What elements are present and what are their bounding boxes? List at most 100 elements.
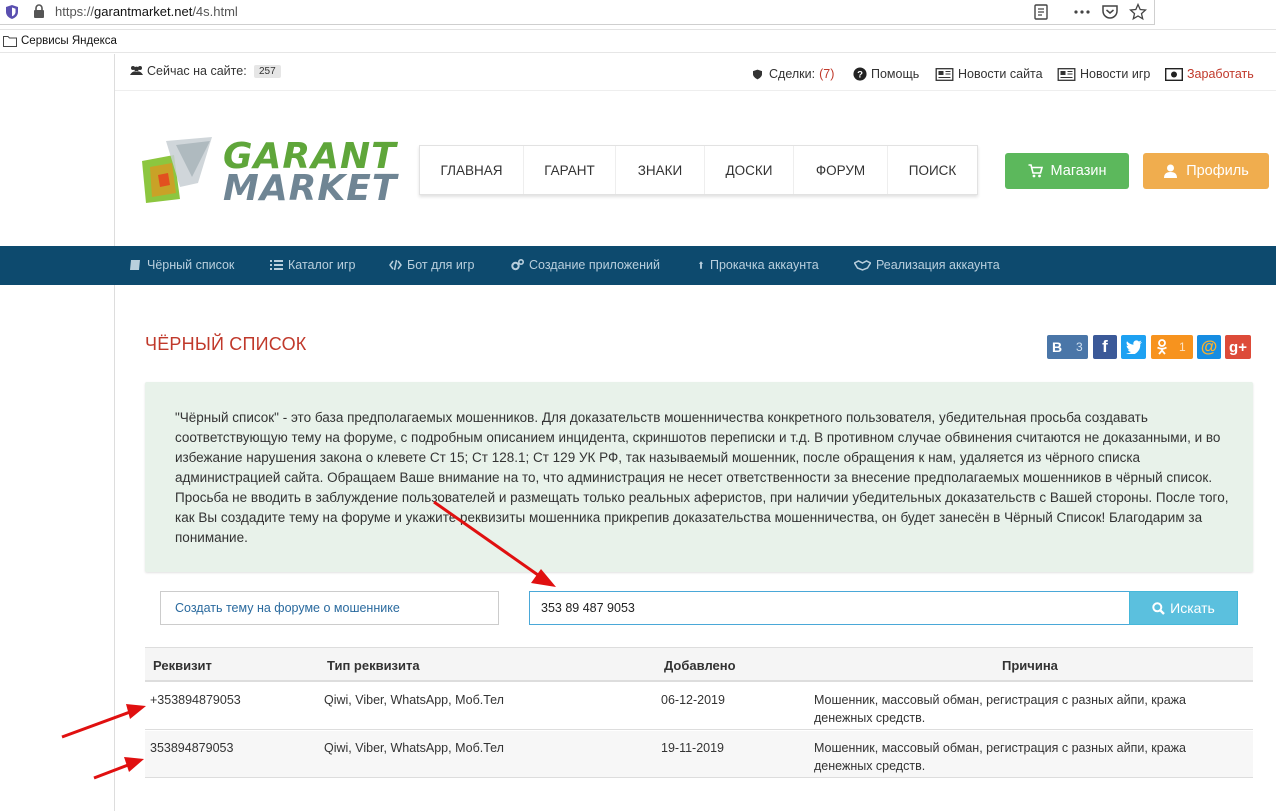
money-icon (1165, 67, 1183, 81)
online-count-badge: 257 (254, 65, 281, 78)
svg-text:?: ? (857, 70, 863, 81)
subnav-blacklist-label: Чёрный список (147, 258, 235, 272)
nav-boards[interactable]: ДОСКИ (705, 146, 794, 194)
share-mailru-button[interactable]: @ (1197, 335, 1221, 359)
share-twitter-button[interactable] (1121, 335, 1146, 359)
users-icon (130, 66, 143, 75)
cell-added: 06-12-2019 (661, 693, 725, 707)
subnav-account-boost[interactable]: Прокачка аккаунта (697, 258, 819, 272)
user-icon (1164, 164, 1178, 178)
logo-text-market: MARKET (223, 168, 398, 209)
cell-type: Qiwi, Viber, WhatsApp, Моб.Тел (324, 693, 504, 707)
subnav-blacklist[interactable]: Чёрный список (129, 258, 234, 272)
search-input[interactable] (529, 591, 1130, 625)
create-forum-topic-button[interactable]: Создать тему на форуме о мошеннике (160, 591, 499, 625)
shield-icon (753, 69, 762, 79)
url-text[interactable]: https://garantmarket.net/4s.html (55, 4, 238, 19)
subnav-account-sale[interactable]: Реализация аккаунта (854, 258, 1000, 272)
cell-requisite: +353894879053 (150, 693, 241, 707)
lock-icon[interactable] (33, 4, 45, 18)
mailru-icon: @ (1200, 337, 1218, 356)
header-divider (115, 90, 1276, 91)
deals-label: Сделки: (769, 67, 816, 81)
share-facebook-button[interactable]: f (1093, 335, 1117, 359)
cell-reason: Мошенник, массовый обман, регистрация с … (814, 693, 1186, 725)
browser-toolbar: https://garantmarket.net/4s.html (0, 0, 1276, 30)
main-navigation: ГЛАВНАЯ ГАРАНТ ЗНАКИ ДОСКИ ФОРУМ ПОИСК (419, 145, 978, 195)
share-googleplus-button[interactable]: g+ (1225, 335, 1251, 359)
game-news-label: Новости игр (1080, 67, 1151, 81)
subnav-game-catalog[interactable]: Каталог игр (270, 258, 355, 272)
folder-icon (3, 36, 17, 47)
profile-label: Профиль (1186, 163, 1249, 179)
ok-share-count: 1 (1179, 340, 1186, 354)
table-header: Реквизит Тип реквизита Добавлено Причина (145, 647, 1253, 682)
vk-share-count: 3 (1076, 340, 1083, 354)
arrow-up-icon (698, 261, 704, 269)
nav-search[interactable]: ПОИСК (888, 146, 977, 194)
code-icon (389, 259, 402, 271)
subnav-game-catalog-label: Каталог игр (288, 258, 356, 272)
search-button-label: Искать (1170, 600, 1215, 616)
cell-added: 19-11-2019 (661, 741, 725, 755)
subnav-account-sale-label: Реализация аккаунта (876, 258, 1000, 272)
shop-label: Магазин (1050, 163, 1107, 179)
share-odnoklassniki-button[interactable]: 1 (1151, 335, 1193, 359)
address-bar[interactable]: https://garantmarket.net/4s.html (0, 0, 1155, 25)
facebook-icon: f (1102, 337, 1108, 356)
twitter-icon (1125, 340, 1142, 354)
col-reason[interactable]: Причина (1002, 658, 1058, 673)
googleplus-icon: g+ (1229, 338, 1247, 356)
handshake-icon (854, 260, 871, 271)
bookmarks-bar: Сервисы Яндекса (0, 31, 1276, 53)
question-circle-icon: ? (853, 67, 867, 81)
search-button[interactable]: Искать (1129, 591, 1238, 625)
info-text: "Чёрный список" - это база предполагаемы… (175, 410, 1229, 545)
deals-count: (7) (819, 67, 835, 81)
nav-forum[interactable]: ФОРУМ (794, 146, 888, 194)
profile-button[interactable]: Профиль (1143, 153, 1269, 189)
odnoklassniki-icon (1157, 339, 1167, 355)
nav-garant[interactable]: ГАРАНТ (524, 146, 616, 194)
reader-view-icon[interactable] (1032, 3, 1050, 21)
page-title: ЧЁРНЫЙ СПИСОК (145, 334, 307, 354)
share-vk-button[interactable]: В 3 (1047, 335, 1088, 359)
site-news-label: Новости сайта (958, 67, 1043, 81)
bookmark-yandex-services[interactable]: Сервисы Яндекса (21, 35, 117, 47)
nav-home[interactable]: ГЛАВНАЯ (420, 146, 524, 194)
online-label: Сейчас на сайте: (147, 64, 247, 78)
subnav-account-boost-label: Прокачка аккаунта (710, 258, 819, 272)
help-label: Помощь (871, 67, 920, 81)
cart-icon (1028, 164, 1043, 178)
vk-icon: В (1052, 339, 1063, 355)
cell-type: Qiwi, Viber, WhatsApp, Моб.Тел (324, 741, 504, 755)
newspaper-icon (935, 67, 954, 81)
help-link[interactable]: ? Помощь (853, 67, 919, 81)
newspaper-icon (1057, 67, 1076, 81)
table-row[interactable]: 353894879053 Qiwi, Viber, WhatsApp, Моб.… (145, 731, 1253, 778)
tracking-shield-icon[interactable] (6, 5, 18, 19)
game-news-link[interactable]: Новости игр (1057, 67, 1150, 81)
col-added[interactable]: Добавлено (664, 658, 736, 673)
site-news-link[interactable]: Новости сайта (935, 67, 1043, 81)
cogs-icon (511, 259, 524, 271)
book-icon (130, 260, 140, 270)
nav-signs[interactable]: ЗНАКИ (616, 146, 705, 194)
deals-link[interactable]: Сделки: (7) (753, 67, 834, 81)
cell-reason: Мошенник, массовый обман, регистрация с … (814, 741, 1186, 773)
subnav-game-bot-label: Бот для игр (407, 258, 475, 272)
table-row[interactable]: +353894879053 Qiwi, Viber, WhatsApp, Моб… (145, 683, 1253, 730)
cell-requisite: 353894879053 (150, 741, 234, 755)
col-requisite-type[interactable]: Тип реквизита (327, 658, 420, 673)
earn-link[interactable]: Заработать (1165, 67, 1254, 81)
more-actions-icon[interactable] (1073, 3, 1091, 21)
subnav-game-bot[interactable]: Бот для игр (389, 258, 474, 272)
earn-label: Заработать (1187, 67, 1254, 81)
subnav-app-creation[interactable]: Создание приложений (511, 258, 660, 272)
col-requisite[interactable]: Реквизит (153, 658, 212, 673)
bookmark-star-icon[interactable] (1129, 3, 1147, 21)
shop-button[interactable]: Магазин (1005, 153, 1129, 189)
search-icon (1152, 601, 1166, 615)
pocket-icon[interactable] (1101, 3, 1119, 21)
list-icon (270, 260, 283, 270)
